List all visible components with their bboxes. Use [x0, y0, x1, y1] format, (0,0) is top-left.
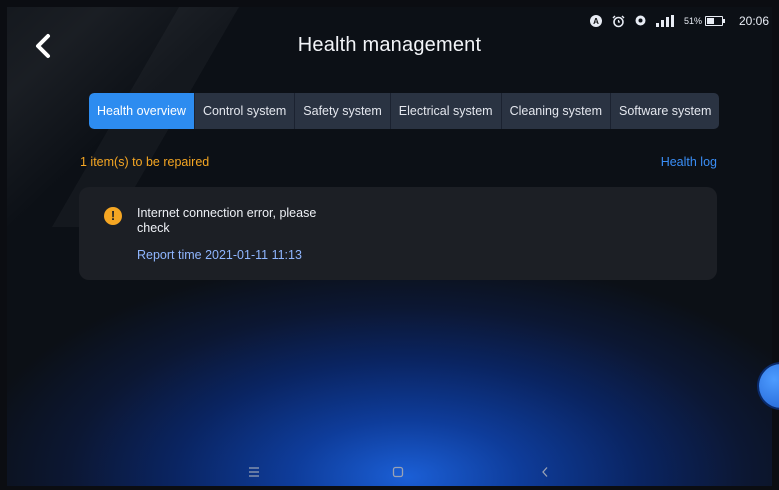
home-icon — [392, 466, 404, 478]
alert-card[interactable]: ! Internet connection error, please chec… — [79, 187, 717, 280]
svg-text:A: A — [593, 17, 599, 26]
repair-count-text: 1 item(s) to be repaired — [80, 155, 210, 169]
tab-electrical-system[interactable]: Electrical system — [391, 93, 502, 129]
tab-cleaning-system[interactable]: Cleaning system — [502, 93, 611, 129]
home-button[interactable] — [388, 462, 408, 482]
tab-safety-system[interactable]: Safety system — [295, 93, 391, 129]
tab-control-system[interactable]: Control system — [195, 93, 296, 129]
status-bar: A 51% 20:06 — [589, 12, 769, 30]
battery-level-fill — [706, 18, 714, 24]
tab-health-overview[interactable]: Health overview — [89, 93, 195, 129]
menu-button[interactable] — [244, 462, 264, 482]
menu-icon — [249, 467, 259, 477]
health-log-link[interactable]: Health log — [661, 155, 717, 169]
warning-icon: ! — [104, 207, 122, 225]
report-time: Report time 2021-01-11 11:13 — [137, 248, 302, 262]
tab-software-system[interactable]: Software system — [611, 93, 719, 129]
screen: A 51% 20:06 Health management Health ove… — [0, 0, 779, 490]
clock: 20:06 — [738, 14, 769, 28]
alert-message: Internet connection error, please check — [137, 206, 317, 235]
location-icon — [635, 15, 646, 27]
battery-percent: 51% — [683, 16, 702, 26]
battery-status: 51% — [683, 16, 725, 26]
page-title: Health management — [297, 34, 482, 56]
system-tabs: Health overview Control system Safety sy… — [89, 93, 720, 129]
back-icon — [542, 467, 548, 477]
nav-back-button[interactable] — [535, 462, 555, 482]
nav-bar — [0, 462, 779, 482]
alarm-icon — [612, 15, 625, 28]
battery-icon — [704, 16, 725, 26]
app-a-icon: A — [589, 15, 602, 27]
signal-icon — [655, 15, 674, 27]
